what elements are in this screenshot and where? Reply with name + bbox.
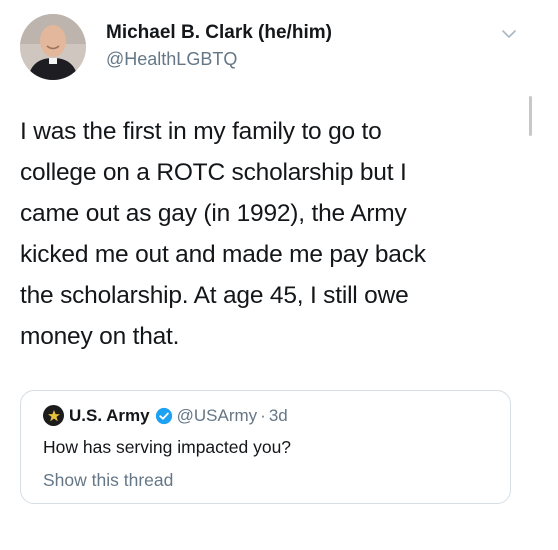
tweet-text-line: came out as gay (in 1992), the Army xyxy=(20,200,407,227)
quoted-tweet[interactable]: U.S. Army @USArmy · 3d How has serving i… xyxy=(20,390,511,504)
quoted-author-name[interactable]: U.S. Army xyxy=(69,406,150,426)
separator-dot: · xyxy=(260,405,266,425)
tweet-text-line: college on a ROTC scholarship but I xyxy=(20,159,407,186)
show-thread-link[interactable]: Show this thread xyxy=(43,470,173,491)
quoted-tweet-header: U.S. Army @USArmy · 3d xyxy=(43,405,288,426)
author-avatar-image xyxy=(20,14,86,80)
quoted-timestamp[interactable]: 3d xyxy=(269,406,288,426)
author-avatar[interactable] xyxy=(20,14,86,80)
scrollbar[interactable] xyxy=(529,96,532,136)
tweet-card: Michael B. Clark (he/him) @HealthLGBTQ I… xyxy=(0,0,558,550)
tweet-text-line: the scholarship. At age 45, I still owe xyxy=(20,282,409,309)
quoted-tweet-text: How has serving impacted you? xyxy=(43,437,292,457)
tweet-text-line: I was the first in my family to go to xyxy=(20,118,382,145)
army-star-icon[interactable] xyxy=(43,405,64,426)
verified-badge-icon xyxy=(155,407,173,425)
tweet-text-line: money on that. xyxy=(20,323,180,350)
tweet-text-line: kicked me out and made me pay back xyxy=(20,241,426,268)
chevron-down-icon[interactable] xyxy=(499,24,519,44)
quoted-author-handle[interactable]: @USArmy xyxy=(177,406,258,426)
author-name[interactable]: Michael B. Clark (he/him) xyxy=(106,22,332,44)
tweet-text: I was the first in my family to go to co… xyxy=(20,111,510,357)
author-handle[interactable]: @HealthLGBTQ xyxy=(106,49,237,70)
